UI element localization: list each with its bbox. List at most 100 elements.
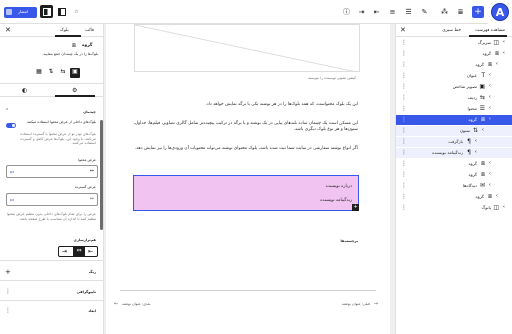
wide-width-field[interactable]: px ⇿ bbox=[6, 193, 98, 206]
chevron-icon[interactable]: ‹ bbox=[489, 72, 491, 79]
list-view-item[interactable]: ‹ ⇆ ردیف ⋮ bbox=[396, 93, 512, 103]
tab-list-view[interactable]: مشاهده فهرست bbox=[475, 28, 505, 34]
tab-outline[interactable]: خط سیری bbox=[442, 28, 461, 34]
chevron-icon[interactable]: ‹ bbox=[503, 50, 505, 57]
chevron-icon[interactable]: ‹ bbox=[489, 116, 491, 123]
list-view-item[interactable]: ‹ ⧈ گروه ⋮ bbox=[396, 60, 512, 70]
chevron-icon[interactable]: ‹ bbox=[489, 94, 491, 101]
list-view-item[interactable]: ‹ ⧈ گروه ⋮ bbox=[396, 192, 512, 202]
content-paragraph-1[interactable]: این یک بلوک محتواست، که همه بلوک‌ها را د… bbox=[132, 102, 358, 108]
tab-block[interactable]: بلوک bbox=[60, 28, 69, 34]
list-view-item[interactable]: ‹ ¶ زندگینامه نویسنده ⋮ bbox=[396, 148, 512, 158]
list-view-item[interactable]: ‹ ⧈ گروه ⋮ bbox=[396, 115, 512, 125]
more-button[interactable]: ≣ bbox=[454, 5, 467, 18]
chevron-icon[interactable]: ‹ bbox=[503, 39, 505, 46]
color-add-icon[interactable]: + bbox=[5, 268, 11, 276]
undo-button[interactable]: ⇤ bbox=[370, 5, 383, 18]
options-icon[interactable]: ⋮ bbox=[401, 116, 407, 123]
dimensions-panel[interactable]: ابعاد ⋮ bbox=[0, 300, 104, 320]
typography-options-icon[interactable]: ⋮ bbox=[5, 288, 11, 295]
block-inserter-button[interactable]: + bbox=[352, 204, 359, 211]
align-button[interactable]: ≡ bbox=[386, 5, 399, 18]
options-icon[interactable]: ⋮ bbox=[401, 61, 407, 68]
list-view-item-label: ستون bbox=[459, 128, 470, 133]
document-overview-button[interactable]: ☰ bbox=[402, 5, 415, 18]
list-view-item[interactable]: ‹ ⇅ ستون ⋮ bbox=[396, 126, 512, 136]
color-panel[interactable]: رنگ + bbox=[0, 260, 104, 280]
chevron-icon[interactable]: ‹ bbox=[482, 127, 484, 134]
view-button[interactable] bbox=[55, 5, 68, 18]
justify-left-icon[interactable]: ⇤ bbox=[88, 248, 93, 255]
tools-button[interactable]: ✎ bbox=[418, 5, 431, 18]
styles-tab-icon[interactable]: ◐ bbox=[22, 87, 27, 94]
options-icon[interactable]: ⋮ bbox=[401, 105, 407, 112]
settings-tab-icon[interactable]: ⚙ bbox=[72, 87, 77, 94]
justify-center-icon[interactable]: ⇔ bbox=[73, 247, 85, 256]
options-icon[interactable]: ⋮ bbox=[401, 94, 407, 101]
close-icon[interactable]: ✕ bbox=[5, 26, 11, 34]
group-paragraph-1[interactable]: درباره نویسنده bbox=[152, 184, 352, 190]
list-view-item[interactable]: ‹ ⧈ گروه ⋮ bbox=[396, 49, 512, 59]
options-icon[interactable]: ⋮ bbox=[401, 182, 407, 189]
grid-variation-icon[interactable]: ▦ bbox=[34, 68, 44, 78]
add-block-button[interactable]: + bbox=[472, 6, 484, 18]
chevron-icon[interactable]: ‹ bbox=[496, 61, 498, 68]
chevron-icon[interactable]: ‹ bbox=[489, 83, 491, 90]
list-view-item[interactable]: ‹ ◫ سربرگ ⋮ bbox=[396, 38, 512, 48]
justify-right-icon[interactable]: ⇥ bbox=[62, 248, 67, 255]
chevron-icon[interactable]: ‹ bbox=[496, 193, 498, 200]
options-icon[interactable]: ⋮ bbox=[401, 193, 407, 200]
options-icon[interactable]: ⋮ bbox=[401, 127, 407, 134]
options-icon[interactable]: ⋮ bbox=[401, 50, 407, 57]
details-button[interactable]: ⓘ bbox=[340, 5, 353, 18]
chevron-icon[interactable]: ‹ bbox=[489, 171, 491, 178]
options-icon[interactable]: ⋮ bbox=[401, 72, 407, 79]
chevron-icon[interactable]: ‹ bbox=[503, 204, 505, 211]
content-paragraph-2[interactable]: این مسکن است یک چینمان ساده بلندهای پیاپ… bbox=[132, 121, 358, 133]
chevron-icon[interactable]: ‹ bbox=[489, 105, 491, 112]
image-caption[interactable]: کپشن تصویر نویسنده را بنویسید bbox=[206, 76, 356, 81]
close-list-view-icon[interactable]: ✕ bbox=[400, 26, 406, 34]
layout-collapse-icon[interactable]: ⌃ bbox=[5, 108, 9, 114]
list-view-item[interactable]: ‹ ◫ پانوگ ⋮ bbox=[396, 203, 512, 213]
list-view-item-label: محتوا bbox=[467, 106, 477, 111]
stack-variation-icon[interactable]: ⇅ bbox=[46, 68, 56, 78]
list-view-item[interactable]: ‹ ⧈ گروه ⋮ bbox=[396, 159, 512, 169]
list-view-item[interactable]: ‹ ¶ بازگرفت ⋮ bbox=[396, 137, 512, 147]
list-view-item[interactable]: ‹ ✉ دیدگاه‌ها ⋮ bbox=[396, 181, 512, 191]
options-icon[interactable]: ⋮ bbox=[401, 149, 407, 156]
list-view-item[interactable]: ‹ ⧈ گروه ⋮ bbox=[396, 170, 512, 180]
chevron-icon[interactable]: ‹ bbox=[489, 182, 491, 189]
list-view-item[interactable]: ‹ ▣ تصویر شاخص ⋮ bbox=[396, 82, 512, 92]
sidebar-scrollbar[interactable] bbox=[100, 120, 103, 230]
chevron-icon[interactable]: ‹ bbox=[489, 160, 491, 167]
group-paragraph-2[interactable]: زندگینامه نویسنده bbox=[152, 198, 352, 204]
next-post-link[interactable]: بعدی: عنوان نوشته bbox=[122, 302, 151, 307]
settings-toggle-button[interactable] bbox=[40, 5, 53, 18]
options-icon[interactable]: ⋮ bbox=[401, 83, 407, 90]
options-icon[interactable]: ⋮ bbox=[401, 138, 407, 145]
redo-button[interactable]: ⇥ bbox=[355, 5, 368, 18]
block-tools-button[interactable]: ☆ bbox=[70, 5, 83, 18]
chevron-icon[interactable]: ‹ bbox=[475, 149, 477, 156]
dimensions-options-icon[interactable]: ⋮ bbox=[5, 307, 11, 314]
row-variation-icon[interactable]: ⇆ bbox=[58, 68, 68, 78]
options-icon[interactable]: ⋮ bbox=[401, 39, 407, 46]
tab-template[interactable]: قالب bbox=[85, 28, 94, 34]
chevron-icon[interactable]: ‹ bbox=[475, 138, 477, 145]
options-icon[interactable]: ⋮ bbox=[401, 171, 407, 178]
content-paragraph-3[interactable]: اگر انواع نوشته سفارشی در سایت شما ثبت ش… bbox=[132, 146, 358, 152]
options-icon[interactable]: ⋮ bbox=[401, 160, 407, 167]
inner-width-toggle[interactable] bbox=[6, 123, 16, 128]
typography-panel[interactable]: تایپوگرافی ⋮ bbox=[0, 280, 104, 300]
list-view-item[interactable]: ‹ ☰ محتوا ⋮ bbox=[396, 104, 512, 114]
site-logo[interactable]: A bbox=[488, 0, 512, 24]
options-icon[interactable]: ⋮ bbox=[401, 204, 407, 211]
content-width-field[interactable]: px ⇔ bbox=[6, 165, 98, 178]
featured-image-placeholder[interactable] bbox=[134, 24, 360, 72]
selected-group-block[interactable]: درباره نویسنده زندگینامه نویسنده + bbox=[133, 175, 359, 211]
block-navigation-button[interactable]: ⁂ bbox=[438, 5, 451, 18]
group-variation-icon[interactable]: ▣ bbox=[70, 68, 80, 78]
list-view-item[interactable]: ‹ T عنوان ⋮ bbox=[396, 71, 512, 81]
previous-post-link[interactable]: قبلی: عنوان نوشته bbox=[342, 302, 370, 307]
